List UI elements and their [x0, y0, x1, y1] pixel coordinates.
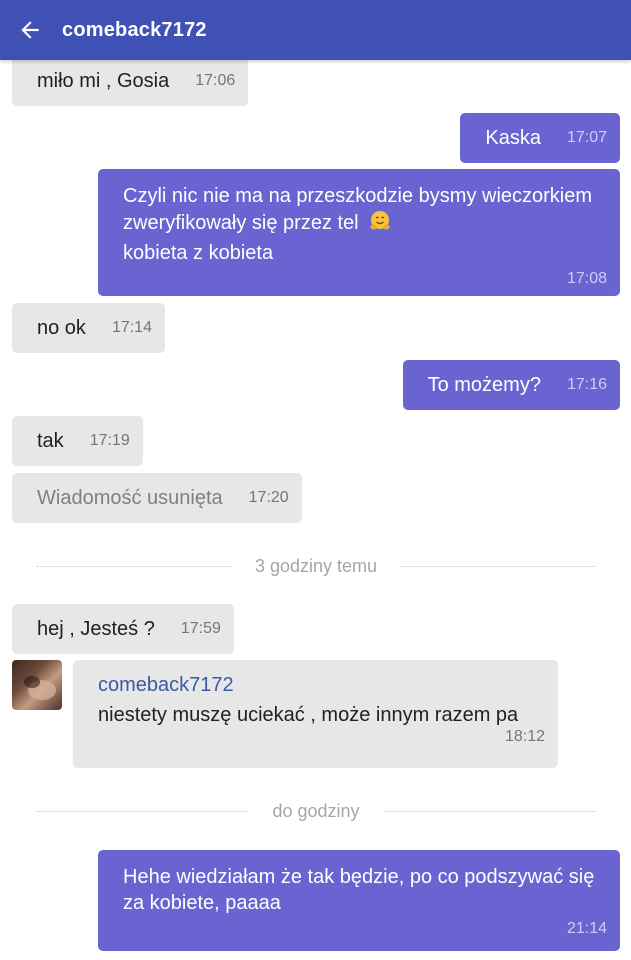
message-text: Hehe wiedziałam że tak będzie, po co pod…: [123, 866, 595, 914]
message-outgoing[interactable]: Kaska 17:07: [460, 113, 620, 163]
message-text: Kaska: [485, 126, 541, 149]
top-app-bar: comeback7172: [0, 0, 631, 60]
date-separator: 3 godziny temu: [37, 554, 596, 578]
message-time: 17:08: [566, 270, 607, 287]
back-button[interactable]: [0, 0, 60, 60]
message-outgoing[interactable]: To możemy? 17:16: [402, 360, 620, 410]
chat-title[interactable]: comeback7172: [62, 19, 207, 42]
message-incoming[interactable]: comeback7172 niestety muszę uciekać , mo…: [73, 660, 558, 768]
message-text: hej , Jesteś ?: [37, 617, 155, 640]
separator-line: [37, 810, 249, 812]
message-incoming[interactable]: no ok 17:14: [12, 303, 165, 353]
message-text: Wiadomość usunięta: [37, 486, 223, 509]
message-text: tak: [37, 429, 64, 452]
message-time: 17:59: [180, 620, 221, 637]
message-time: 17:20: [248, 489, 289, 506]
message-time: 17:16: [566, 376, 607, 393]
message-time: 17:06: [195, 72, 236, 89]
avatar-photo: [24, 676, 56, 700]
message-text: To możemy?: [427, 373, 541, 396]
separator-label: 3 godziny temu: [254, 555, 378, 576]
message-text: Czyli nic nie ma na przeszkodzie bysmy w…: [123, 183, 607, 266]
message-text: no ok: [37, 316, 86, 339]
message-text-line: kobieta z kobieta: [123, 242, 274, 264]
separator-line: [383, 810, 596, 812]
message-incoming[interactable]: miło mi , Gosia 17:06: [12, 56, 249, 106]
message-time: 18:12: [504, 728, 545, 745]
message-incoming[interactable]: hej , Jesteś ? 17:59: [12, 604, 234, 654]
message-time: 21:14: [566, 920, 607, 937]
avatar[interactable]: [12, 660, 62, 710]
separator-line: [401, 565, 596, 567]
arrow-left-icon: [21, 21, 39, 39]
message-time: 17:19: [89, 432, 130, 449]
message-time: 17:14: [111, 319, 152, 336]
sender-name[interactable]: comeback7172: [98, 672, 545, 698]
message-text-line: Czyli nic nie ma na przeszkodzie bysmy w…: [123, 185, 593, 234]
date-separator: do godziny: [37, 799, 596, 823]
separator-line: [37, 565, 231, 567]
message-text: miło mi , Gosia: [37, 69, 170, 92]
message-text: niestety muszę uciekać , może innym raze…: [98, 704, 519, 726]
message-incoming[interactable]: tak 17:19: [12, 416, 143, 466]
hugging-face-emoji-icon: [368, 209, 392, 240]
message-outgoing[interactable]: Czyli nic nie ma na przeszkodzie bysmy w…: [98, 169, 620, 296]
separator-label: do godziny: [272, 800, 360, 821]
message-deleted[interactable]: Wiadomość usunięta 17:20: [12, 473, 302, 523]
message-outgoing[interactable]: Hehe wiedziałam że tak będzie, po co pod…: [98, 850, 620, 951]
message-time: 17:07: [566, 129, 607, 146]
